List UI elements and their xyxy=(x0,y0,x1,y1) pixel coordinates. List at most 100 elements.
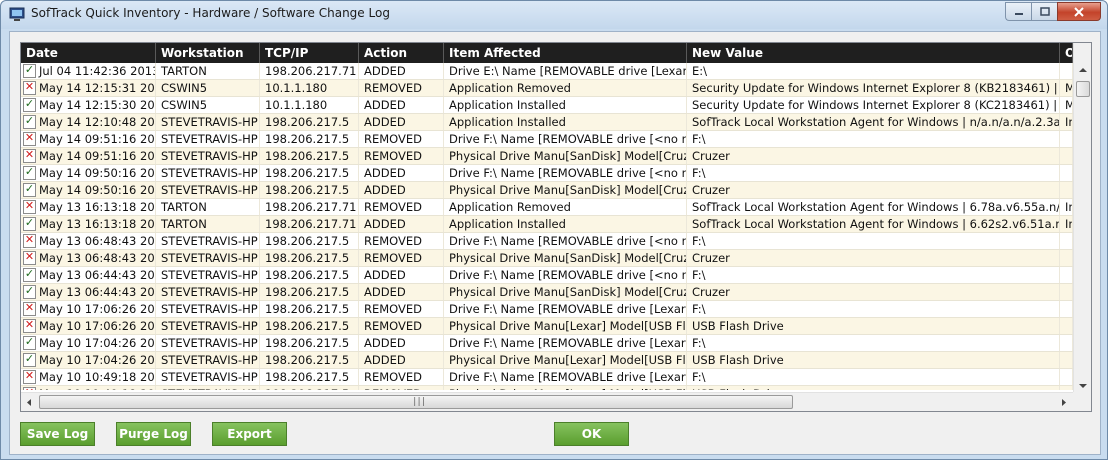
action-cell: REMOVED xyxy=(359,301,444,317)
table-row[interactable]: ✕May 13 06:48:43 2013STEVETRAVIS-HP198.2… xyxy=(21,250,1073,267)
table-row[interactable]: ✓May 14 12:15:30 2013CSWIN510.1.1.180ADD… xyxy=(21,97,1073,114)
item-affected-cell: Physical Drive Manu[Lexar] Model[USB Fla… xyxy=(444,386,687,390)
date-cell: ✓May 10 17:04:26 2013 xyxy=(21,352,156,368)
save-log-button[interactable]: Save Log xyxy=(20,422,95,446)
workstation-cell: STEVETRAVIS-HP xyxy=(156,233,260,249)
column-header-new-value[interactable]: New Value xyxy=(687,43,1060,63)
column-header-item-affected[interactable]: Item Affected xyxy=(444,43,687,63)
new-value-cell: F:\ xyxy=(687,233,1060,249)
purge-log-button[interactable]: Purge Log xyxy=(116,422,191,446)
date-cell: ✕May 14 09:51:16 2013 xyxy=(21,148,156,164)
action-cell: ADDED xyxy=(359,352,444,368)
column-header-tcpip[interactable]: TCP/IP xyxy=(260,43,359,63)
vertical-scroll-thumb[interactable] xyxy=(1076,81,1090,97)
date-cell: ✓May 13 16:13:18 2013 xyxy=(21,216,156,232)
extra-cell xyxy=(1060,131,1073,147)
item-affected-cell: Drive F:\ Name [REMOVABLE drive [<no n..… xyxy=(444,165,687,181)
table-row[interactable]: ✕May 10 17:06:26 2013STEVETRAVIS-HP198.2… xyxy=(21,318,1073,335)
ip-cell: 198.206.217.5 xyxy=(260,131,359,147)
table-row[interactable]: ✕May 14 09:51:16 2013STEVETRAVIS-HP198.2… xyxy=(21,131,1073,148)
extra-cell: In xyxy=(1060,216,1073,232)
table-row[interactable]: ✓May 14 09:50:16 2013STEVETRAVIS-HP198.2… xyxy=(21,165,1073,182)
title-bar[interactable]: SofTrack Quick Inventory - Hardware / So… xyxy=(1,1,1107,29)
table-row[interactable]: ✓May 10 17:04:26 2013STEVETRAVIS-HP198.2… xyxy=(21,335,1073,352)
item-affected-cell: Application Installed xyxy=(444,114,687,130)
item-affected-cell: Physical Drive Manu[SanDisk] Model[Cruz.… xyxy=(444,148,687,164)
scroll-up-arrow-icon[interactable] xyxy=(1078,67,1088,73)
ip-cell: 198.206.217.5 xyxy=(260,267,359,283)
date-cell: ✕May 13 06:48:43 2013 xyxy=(21,250,156,266)
extra-cell xyxy=(1060,250,1073,266)
ip-cell: 198.206.217.5 xyxy=(260,386,359,390)
horizontal-scroll-thumb[interactable]: ||| xyxy=(39,395,793,409)
scroll-left-arrow-icon[interactable] xyxy=(26,398,32,407)
export-button[interactable]: Export xyxy=(212,422,287,446)
table-row[interactable]: ✓ Jul 04 11:42:36 2013 TARTON 198.206.217.7… xyxy=(21,63,1073,80)
table-row[interactable]: ✓May 13 06:44:43 2013STEVETRAVIS-HP198.2… xyxy=(21,267,1073,284)
workstation-cell: STEVETRAVIS-HP xyxy=(156,267,260,283)
added-status-icon: ✓ xyxy=(23,216,36,231)
workstation-cell: STEVETRAVIS-HP xyxy=(156,352,260,368)
table-row[interactable]: ✕May 13 06:48:43 2013STEVETRAVIS-HP198.2… xyxy=(21,233,1073,250)
dialog-body: Date Workstation TCP/IP Action Item Affe… xyxy=(9,31,1101,455)
item-affected-cell: Drive F:\ Name [REMOVABLE drive [<no n..… xyxy=(444,233,687,249)
removed-status-icon: ✕ xyxy=(23,369,36,384)
added-status-icon: ✓ xyxy=(23,114,36,129)
scroll-down-arrow-icon[interactable] xyxy=(1078,383,1088,389)
table-row[interactable]: ✓May 14 12:10:48 2013STEVETRAVIS-HP198.2… xyxy=(21,114,1073,131)
extra-cell xyxy=(1060,148,1073,164)
new-value-cell: SofTrack Local Workstation Agent for Win… xyxy=(687,216,1060,232)
scroll-right-arrow-icon[interactable] xyxy=(1061,398,1067,407)
date-text: May 14 09:51:16 2013 xyxy=(39,131,155,146)
table-row[interactable]: ✕May 14 12:15:31 2013CSWIN510.1.1.180REM… xyxy=(21,80,1073,97)
table-row[interactable]: ✓May 10 17:04:26 2013STEVETRAVIS-HP198.2… xyxy=(21,352,1073,369)
table-row[interactable]: ✕May 10 10:49:18 2013STEVETRAVIS-HP198.2… xyxy=(21,386,1073,390)
horizontal-scrollbar[interactable]: ||| xyxy=(21,392,1073,411)
column-header-workstation[interactable]: Workstation xyxy=(156,43,260,63)
workstation-cell: STEVETRAVIS-HP xyxy=(156,165,260,181)
date-text: May 13 16:13:18 2013 xyxy=(39,199,155,214)
maximize-button[interactable] xyxy=(1031,2,1057,21)
column-header-action[interactable]: Action xyxy=(359,43,444,63)
table-row[interactable]: ✕May 10 10:49:18 2013STEVETRAVIS-HP198.2… xyxy=(21,369,1073,386)
date-cell: ✕May 10 10:49:18 2013 xyxy=(21,369,156,385)
table-row[interactable]: ✓May 14 09:50:16 2013STEVETRAVIS-HP198.2… xyxy=(21,182,1073,199)
workstation-cell: STEVETRAVIS-HP xyxy=(156,250,260,266)
scroll-grip-icon: ||| xyxy=(412,397,426,407)
minimize-button[interactable] xyxy=(1005,2,1031,21)
new-value-cell: F:\ xyxy=(687,267,1060,283)
vertical-scrollbar[interactable] xyxy=(1073,43,1091,394)
column-header-o[interactable]: O xyxy=(1060,43,1073,63)
date-cell: ✓May 14 09:50:16 2013 xyxy=(21,165,156,181)
date-cell: ✕May 13 06:48:43 2013 xyxy=(21,233,156,249)
table-row[interactable]: ✕May 10 17:06:26 2013STEVETRAVIS-HP198.2… xyxy=(21,301,1073,318)
table-row[interactable]: ✕May 14 09:51:16 2013STEVETRAVIS-HP198.2… xyxy=(21,148,1073,165)
new-value-cell: F:\ xyxy=(687,301,1060,317)
extra-cell xyxy=(1060,233,1073,249)
new-value-cell: E:\ xyxy=(687,63,1060,79)
ip-cell: 198.206.217.5 xyxy=(260,352,359,368)
ok-button[interactable]: OK xyxy=(554,422,629,446)
ip-cell: 10.1.1.180 xyxy=(260,80,359,96)
added-status-icon: ✓ xyxy=(23,335,36,350)
ip-cell: 198.206.217.71 xyxy=(260,216,359,232)
computer-monitor-icon xyxy=(9,7,25,21)
table-row[interactable]: ✕May 13 16:13:18 2013TARTON198.206.217.7… xyxy=(21,199,1073,216)
workstation-cell: STEVETRAVIS-HP xyxy=(156,182,260,198)
new-value-cell: SofTrack Local Workstation Agent for Win… xyxy=(687,199,1060,215)
date-cell: ✕May 10 17:06:26 2013 xyxy=(21,301,156,317)
column-header-date[interactable]: Date xyxy=(21,43,156,63)
maximize-icon xyxy=(1039,7,1050,16)
ip-cell: 198.206.217.5 xyxy=(260,335,359,351)
workstation-cell: TARTON xyxy=(156,199,260,215)
table-row[interactable]: ✓May 13 06:44:43 2013STEVETRAVIS-HP198.2… xyxy=(21,284,1073,301)
date-text: May 14 12:15:31 2013 xyxy=(39,80,155,95)
workstation-cell: STEVETRAVIS-HP xyxy=(156,369,260,385)
extra-cell: In xyxy=(1060,199,1073,215)
date-text: May 13 06:48:43 2013 xyxy=(39,250,155,265)
table-row[interactable]: ✓May 13 16:13:18 2013TARTON198.206.217.7… xyxy=(21,216,1073,233)
new-value-cell: Cruzer xyxy=(687,250,1060,266)
action-cell: ADDED xyxy=(359,114,444,130)
ip-cell: 198.206.217.5 xyxy=(260,250,359,266)
close-button[interactable] xyxy=(1057,2,1101,21)
